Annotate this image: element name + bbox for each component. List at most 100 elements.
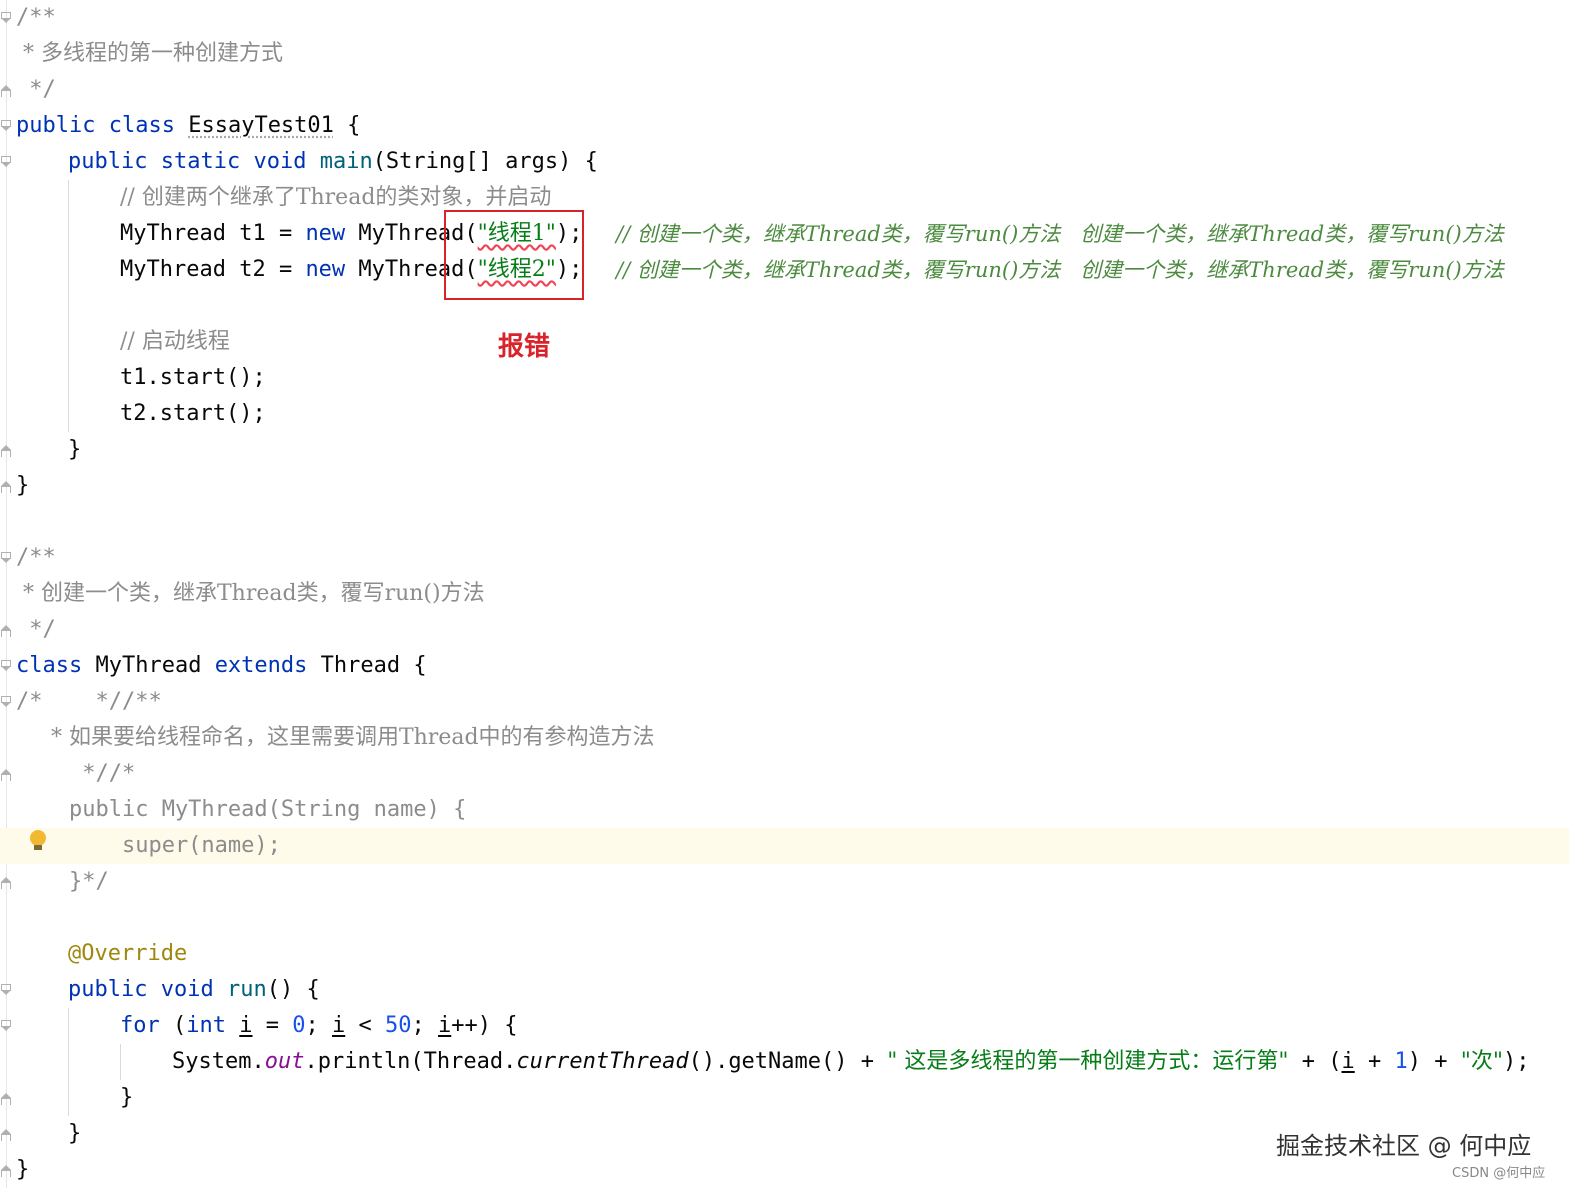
number-literal: 50 [385,1013,412,1038]
fold-arrow-icon[interactable] [0,1020,11,1032]
code-line[interactable]: /* *//** [16,684,162,720]
fold-arrow-icon[interactable] [0,12,11,24]
fold-arrow-icon[interactable] [0,877,11,894]
fold-arrow-icon[interactable] [0,156,11,168]
fold-arrow-icon[interactable] [0,1093,11,1110]
code-line[interactable]: * 如果要给线程命名，这里需要调用Thread中的有参构造方法 [16,720,655,756]
code-token: (String[] args) { [372,149,598,174]
watermark-sub: CSDN @何中应 [1452,1166,1546,1181]
code-line[interactable]: */ [16,72,56,108]
variable: i [239,1013,253,1038]
keyword: public [68,977,148,1002]
code-line[interactable]: } [16,1152,29,1188]
code-line[interactable]: @Override [68,936,187,972]
fold-arrow-icon[interactable] [0,552,11,564]
fold-arrow-icon[interactable] [0,1129,11,1146]
string-literal: " 这是多线程的第一种创建方式：运行第" [887,1049,1289,1074]
method-name: run [226,977,267,1002]
code-line[interactable]: class MyThread extends Thread { [16,648,427,684]
code-line[interactable]: // 启动线程 [120,324,230,360]
code-line[interactable]: // 创建一个类，继承Thread类，覆写run()方法 创建一个类，继承Thr… [616,216,1504,252]
watermark: 掘金技术社区 @ 何中应 [1276,1132,1532,1160]
keyword: new [305,221,346,246]
code-line[interactable]: t1.start(); [120,360,266,396]
code-line[interactable]: // 创建一个类，继承Thread类，覆写run()方法 创建一个类，继承Thr… [616,252,1504,288]
fold-arrow-icon[interactable] [0,1165,11,1182]
code-line[interactable]: } [68,432,81,468]
code-line[interactable]: * 创建一个类，继承Thread类，覆写run()方法 [16,576,485,612]
code-token: ().getName() + [688,1049,888,1074]
code-token: } [16,473,30,498]
code-line[interactable]: } [68,1116,81,1152]
fold-arrow-icon[interactable] [0,481,11,498]
block-comment: *//* [16,761,136,786]
variable: i [438,1013,452,1038]
code-line[interactable]: } [16,468,29,504]
keyword: for [120,1013,160,1038]
fold-arrow-icon[interactable] [0,445,11,462]
code-token: Thread { [307,653,427,678]
code-line[interactable]: public void run() { [68,972,320,1008]
number-literal: 0 [292,1013,306,1038]
code-token: + ( [1288,1049,1342,1074]
fold-arrow-icon[interactable] [0,85,11,102]
block-comment: public MyThread(String name) { [16,797,467,822]
code-line[interactable]: public class EssayTest01 { [16,108,360,144]
doc-comment: * 创建一个类，继承Thread类，覆写run()方法 [16,581,485,606]
code-token: .println(Thread. [304,1049,517,1074]
fold-arrow-icon[interactable] [0,984,11,996]
lightbulb-icon[interactable] [30,830,46,852]
code-token: MyThread t1 = [120,221,306,246]
variable: i [332,1013,346,1038]
code-token: } [120,1085,134,1110]
code-token: = [252,1013,293,1038]
fold-arrow-icon[interactable] [0,769,11,786]
code-editor[interactable]: /** * 多线程的第一种创建方式 */ public class EssayT… [0,0,1569,1188]
code-line[interactable]: for (int i = 0; i < 50; i++) { [120,1008,517,1044]
line-comment: // 创建一个类，继承Thread类，覆写run()方法 创建一个类，继承Thr… [616,222,1504,246]
code-token: ; [305,1013,332,1038]
code-line[interactable]: public MyThread(String name) { [16,792,466,828]
code-line[interactable]: t2.start(); [120,396,266,432]
keyword: static [160,149,241,174]
line-comment: // 启动线程 [120,329,230,354]
keyword: new [305,257,346,282]
line-comment: // 创建两个继承了Thread的类对象，并启动 [120,185,552,210]
keyword: class [16,653,83,678]
code-line[interactable]: public static void main(String[] args) { [68,144,598,180]
code-token: { [333,113,361,138]
indent-guide [120,1044,121,1080]
keyword: public [68,149,148,174]
keyword: int [186,1013,226,1038]
current-line[interactable]: super(name); [0,828,1569,864]
code-line[interactable]: System.out.println(Thread.currentThread(… [172,1044,1529,1080]
keyword: public [16,113,96,138]
code-token: t1.start(); [120,365,266,390]
code-token: < [345,1013,385,1038]
code-line[interactable]: * 多线程的第一种创建方式 [16,36,283,72]
annotation: @Override [68,941,188,966]
code-line[interactable]: } [120,1080,133,1116]
fold-arrow-icon[interactable] [0,696,11,708]
code-line[interactable]: }*/ [16,864,109,900]
error-label: 报错 [498,332,551,362]
doc-comment: */ [16,77,56,102]
code-line[interactable]: /** [16,0,56,36]
code-token: ) + [1407,1049,1461,1074]
variable: i [1341,1049,1355,1074]
fold-arrow-icon[interactable] [0,120,11,132]
doc-comment: /** [16,545,56,570]
code-line[interactable]: */ [16,612,56,648]
static-field: out [264,1049,305,1074]
fold-arrow-icon[interactable] [0,625,11,642]
code-token: } [68,437,82,462]
code-line[interactable]: *//* [16,756,135,792]
keyword: class [108,113,175,138]
code-token: ++) { [451,1013,518,1038]
static-method: currentThread [516,1049,689,1074]
code-line[interactable]: /** [16,540,56,576]
keyword: extends [214,653,308,678]
string-literal: "次" [1460,1049,1503,1074]
code-token: System. [172,1049,265,1074]
fold-arrow-icon[interactable] [0,660,11,672]
